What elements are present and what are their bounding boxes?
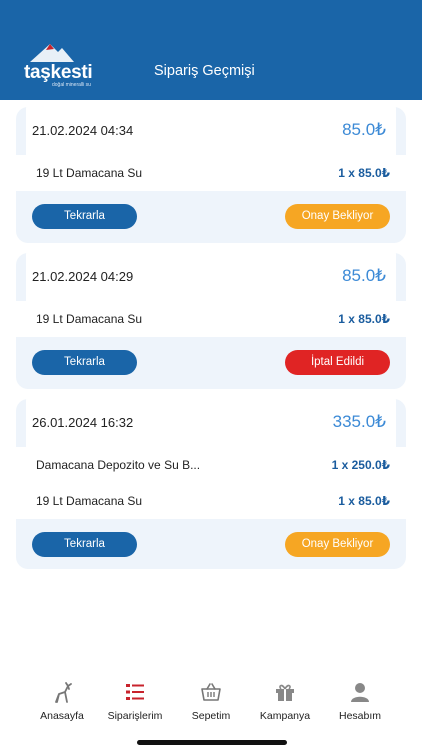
repeat-order-button[interactable]: Tekrarla	[32, 350, 137, 375]
status-badge: Onay Bekliyor	[285, 532, 390, 557]
bottom-tab-bar: Anasayfa Siparişlerim Sepetim Kampanya H…	[0, 672, 422, 750]
tab-hesabim[interactable]: Hesabım	[325, 680, 395, 722]
basket-icon	[201, 683, 221, 701]
order-date: 21.02.2024 04:34	[32, 123, 134, 138]
order-actions: Tekrarla Onay Bekliyor	[16, 191, 406, 243]
status-badge: Onay Bekliyor	[285, 204, 390, 229]
order-list-icon	[126, 684, 144, 700]
user-icon	[351, 683, 369, 702]
item-quantity-price: 1 x 250.0₺	[331, 458, 390, 472]
tab-label: Anasayfa	[40, 710, 84, 722]
order-total: 85.0₺	[342, 266, 386, 285]
order-total: 335.0₺	[332, 412, 386, 431]
deer-icon	[55, 682, 72, 703]
logo-subtitle: doğal mineralli su	[52, 82, 91, 88]
mountain-logo-icon	[30, 44, 74, 62]
order-actions: Tekrarla İptal Edildi	[16, 337, 406, 389]
order-history-list[interactable]: 21.02.2024 04:34 85.0₺ 19 Lt Damacana Su…	[0, 100, 422, 670]
order-item-row: 19 Lt Damacana Su 1 x 85.0₺	[16, 301, 406, 337]
home-indicator	[137, 740, 287, 745]
tab-anasayfa[interactable]: Anasayfa	[27, 680, 97, 722]
order-item-row: 19 Lt Damacana Su 1 x 85.0₺	[16, 155, 406, 191]
tab-label: Hesabım	[338, 710, 381, 722]
item-quantity-price: 1 x 85.0₺	[338, 166, 390, 180]
repeat-order-button[interactable]: Tekrarla	[32, 532, 137, 557]
tab-label: Siparişlerim	[107, 710, 163, 722]
tab-label: Sepetim	[191, 710, 231, 722]
order-total: 85.0₺	[342, 120, 386, 139]
status-badge: İptal Edildi	[285, 350, 390, 375]
tab-siparislerim[interactable]: Siparişlerim	[100, 680, 170, 722]
tab-kampanya[interactable]: Kampanya	[250, 680, 320, 722]
gift-icon	[276, 684, 294, 701]
order-item-row: Damacana Depozito ve Su B... 1 x 250.0₺	[16, 447, 406, 483]
order-card[interactable]: 21.02.2024 04:34 85.0₺ 19 Lt Damacana Su…	[16, 107, 406, 243]
order-header: 21.02.2024 04:29 85.0₺	[26, 253, 396, 301]
item-name: 19 Lt Damacana Su	[36, 494, 143, 508]
logo-text: taşkesti	[24, 62, 93, 83]
order-date: 21.02.2024 04:29	[32, 269, 134, 284]
order-actions: Tekrarla Onay Bekliyor	[16, 519, 406, 569]
tab-sepetim[interactable]: Sepetim	[176, 680, 246, 722]
order-item-row: 19 Lt Damacana Su 1 x 85.0₺	[16, 483, 406, 519]
order-header: 26.01.2024 16:32 335.0₺	[26, 399, 396, 447]
tab-label: Kampanya	[259, 710, 311, 722]
order-header: 21.02.2024 04:34 85.0₺	[26, 107, 396, 155]
item-name: 19 Lt Damacana Su	[36, 166, 143, 180]
item-name: Damacana Depozito ve Su B...	[36, 458, 201, 472]
order-card[interactable]: 26.01.2024 16:32 335.0₺ Damacana Depozit…	[16, 399, 406, 569]
order-card[interactable]: 21.02.2024 04:29 85.0₺ 19 Lt Damacana Su…	[16, 253, 406, 389]
item-name: 19 Lt Damacana Su	[36, 312, 143, 326]
app-header: taşkesti doğal mineralli su Sipariş Geçm…	[0, 0, 422, 100]
page-title: Sipariş Geçmişi	[154, 63, 255, 79]
item-quantity-price: 1 x 85.0₺	[338, 494, 390, 508]
item-quantity-price: 1 x 85.0₺	[338, 312, 390, 326]
repeat-order-button[interactable]: Tekrarla	[32, 204, 137, 229]
taskesti-logo: taşkesti doğal mineralli su	[22, 40, 102, 90]
order-date: 26.01.2024 16:32	[32, 415, 134, 430]
